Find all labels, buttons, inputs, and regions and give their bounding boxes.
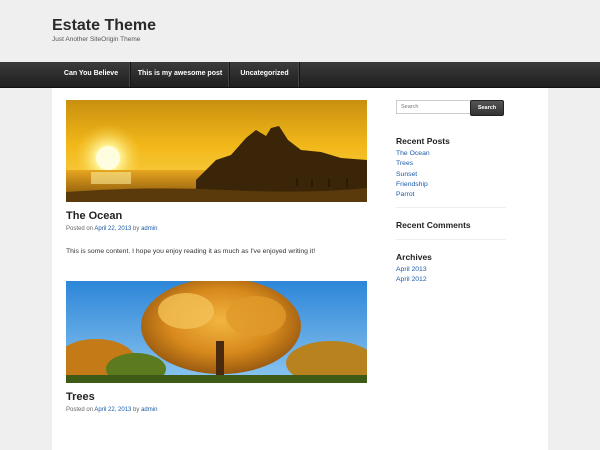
site-title[interactable]: Estate Theme	[52, 17, 156, 35]
site-tagline: Just Another SiteOrigin Theme	[52, 36, 141, 43]
site-header: Estate Theme Just Another SiteOrigin The…	[0, 0, 600, 62]
widget-divider	[396, 207, 506, 208]
recent-post-link[interactable]: The Ocean	[396, 149, 430, 159]
post-meta: Posted on April 22, 2013 by admin	[66, 407, 157, 413]
autumn-tree-image[interactable]	[66, 281, 367, 383]
post-author-link[interactable]: admin	[141, 226, 157, 232]
sidebar: Search Recent Posts The Ocean Trees Suns…	[396, 88, 546, 450]
post-excerpt: This is some content. I hope you enjoy r…	[66, 248, 316, 255]
archives-list: April 2013 April 2012	[396, 265, 427, 286]
nav-item-can-you-believe[interactable]: Can You Believe	[52, 62, 131, 87]
recent-post-link[interactable]: Trees	[396, 159, 430, 169]
post-date-link[interactable]: April 22, 2013	[94, 407, 131, 413]
nav-item-awesome-post[interactable]: This is my awesome post	[131, 62, 230, 87]
main-navigation: Can You Believe This is my awesome post …	[0, 62, 600, 88]
posted-on-label: Posted on	[66, 407, 95, 413]
archive-link[interactable]: April 2013	[396, 265, 427, 275]
post-title[interactable]: Trees	[66, 391, 95, 403]
nav-item-uncategorized[interactable]: Uncategorized	[230, 62, 300, 87]
posted-on-label: Posted on	[66, 226, 95, 232]
widget-divider	[396, 239, 506, 240]
recent-post-link[interactable]: Parrot	[396, 190, 430, 200]
post-meta: Posted on April 22, 2013 by admin	[66, 226, 157, 232]
by-label: by	[131, 226, 142, 232]
recent-comments-heading: Recent Comments	[396, 220, 471, 230]
post-date-link[interactable]: April 22, 2013	[94, 226, 131, 232]
search-input[interactable]	[396, 100, 472, 114]
recent-post-link[interactable]: Friendship	[396, 180, 430, 190]
by-label: by	[131, 407, 142, 413]
ocean-sunset-image[interactable]	[66, 100, 367, 202]
recent-posts-heading: Recent Posts	[396, 136, 450, 146]
archive-link[interactable]: April 2012	[396, 275, 427, 285]
post-author-link[interactable]: admin	[141, 407, 157, 413]
archives-heading: Archives	[396, 252, 432, 262]
recent-post-link[interactable]: Sunset	[396, 170, 430, 180]
search-button[interactable]: Search	[470, 100, 504, 116]
main-content: The Ocean Posted on April 22, 2013 by ad…	[52, 88, 548, 450]
recent-posts-list: The Ocean Trees Sunset Friendship Parrot	[396, 149, 430, 200]
post-title[interactable]: The Ocean	[66, 210, 122, 222]
